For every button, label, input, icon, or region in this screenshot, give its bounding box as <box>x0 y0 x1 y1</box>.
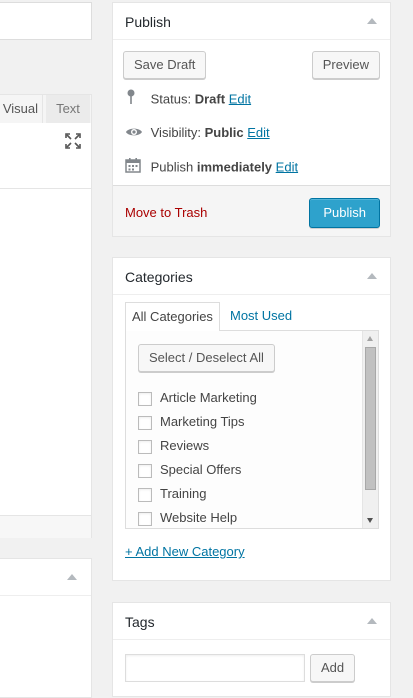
title-input-fragment[interactable] <box>0 2 92 40</box>
scroll-up-arrow-icon[interactable] <box>367 336 373 341</box>
scrollbar-thumb[interactable] <box>365 347 376 490</box>
status-row: Status: Draft Edit <box>125 89 251 109</box>
move-to-trash-link[interactable]: Move to Trash <box>125 205 207 220</box>
categories-title: Categories <box>125 269 193 285</box>
category-checkbox[interactable] <box>138 415 152 430</box>
editor-content-area[interactable] <box>0 189 91 489</box>
tags-box: Tags Add <box>112 602 391 697</box>
category-item[interactable]: Reviews <box>138 436 209 456</box>
tab-text[interactable]: Text <box>46 95 90 123</box>
major-actions: Move to Trash Publish <box>113 185 390 236</box>
publish-when-value: immediately <box>196 159 273 175</box>
category-label: Marketing Tips <box>160 414 245 429</box>
categories-box: Categories All Categories Most Used Sele… <box>112 257 391 581</box>
eye-icon <box>125 124 147 144</box>
status-edit-link[interactable]: Edit <box>229 91 251 106</box>
category-checkbox[interactable] <box>138 487 152 502</box>
calendar-icon <box>125 157 147 179</box>
add-tag-button[interactable]: Add <box>310 654 356 682</box>
scroll-down-arrow-icon[interactable] <box>367 518 373 523</box>
divider <box>113 294 390 295</box>
arrow-up-icon[interactable] <box>67 574 77 580</box>
schedule-row: Publish immediately Edit <box>125 157 298 177</box>
save-draft-button[interactable]: Save Draft <box>123 51 207 79</box>
tab-all-categories[interactable]: All Categories <box>125 302 220 331</box>
publish-button[interactable]: Publish <box>309 198 380 228</box>
publish-when-edit-link[interactable]: Edit <box>276 159 298 174</box>
pin-icon <box>125 89 147 111</box>
select-deselect-all-button[interactable]: Select / Deselect All <box>138 344 275 372</box>
arrow-up-icon[interactable] <box>367 273 377 279</box>
expand-icon[interactable] <box>65 133 81 149</box>
category-item[interactable]: Special Offers <box>138 460 241 480</box>
category-checkbox[interactable] <box>138 463 152 478</box>
categories-panel: Select / Deselect All Article Marketing … <box>125 330 379 529</box>
arrow-up-icon[interactable] <box>367 618 377 624</box>
publish-when-label: Publish <box>150 159 194 175</box>
status-value: Draft <box>194 91 226 107</box>
category-checkbox[interactable] <box>138 439 152 454</box>
publish-title: Publish <box>125 14 171 30</box>
category-label: Special Offers <box>160 462 242 477</box>
categories-scrollbar[interactable] <box>362 331 378 528</box>
category-item[interactable]: Marketing Tips <box>138 412 245 432</box>
visibility-value: Public <box>204 125 244 140</box>
visibility-edit-link[interactable]: Edit <box>247 125 269 140</box>
status-label: Status: <box>150 91 192 107</box>
category-label: Reviews <box>160 438 210 453</box>
category-item[interactable]: Website Help <box>138 508 237 528</box>
tab-all-categories-label: All Categories <box>132 309 213 324</box>
tags-title: Tags <box>125 614 155 630</box>
tags-input[interactable] <box>125 654 305 682</box>
category-checkbox[interactable] <box>138 391 152 406</box>
preview-button[interactable]: Preview <box>311 51 380 79</box>
visibility-row: Visibility: Public Edit <box>125 123 270 143</box>
visibility-label: Visibility: <box>150 125 201 140</box>
tab-most-used-label: Most Used <box>230 308 293 323</box>
tab-text-label: Text <box>56 101 80 116</box>
editor-statusbar <box>0 515 91 538</box>
editor-fragment: Visual Text <box>0 94 92 538</box>
add-new-category-link[interactable]: + Add New Category <box>125 544 245 559</box>
tab-visual-label: Visual <box>2 101 38 116</box>
category-checkbox[interactable] <box>138 511 152 526</box>
divider <box>0 595 91 596</box>
divider <box>113 39 390 40</box>
arrow-up-icon[interactable] <box>367 18 377 24</box>
category-label: Training <box>160 486 207 501</box>
publish-box: Publish Save Draft Preview Status: Draft… <box>112 2 391 237</box>
category-label: Article Marketing <box>160 390 257 405</box>
category-item[interactable]: Training <box>138 484 206 504</box>
tab-most-used[interactable]: Most Used <box>230 302 292 330</box>
category-label: Website Help <box>160 510 238 525</box>
divider <box>113 639 390 640</box>
category-item[interactable]: Article Marketing <box>138 388 257 408</box>
tab-visual[interactable]: Visual <box>0 95 43 123</box>
left-metabox-fragment <box>0 558 92 698</box>
